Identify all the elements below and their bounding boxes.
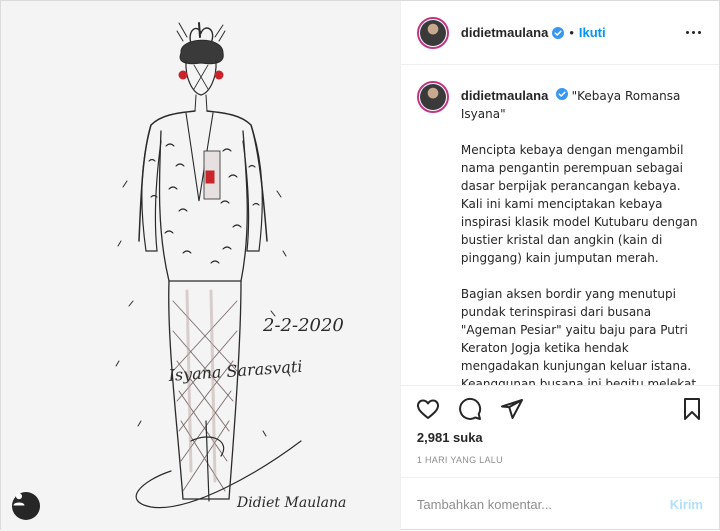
instagram-post: 2-2-2020 Isyana Sarasvati Didiet Maulana… [0,0,720,531]
person-glyph-icon [13,493,25,506]
likes-count[interactable]: 2,981 suka [401,426,719,445]
bookmark-icon[interactable] [679,396,705,422]
post-footer: 2,981 suka 1 HARI YANG LALU Kirim [400,385,719,531]
heart-icon[interactable] [415,396,441,422]
user-tag-icon[interactable] [12,492,40,520]
add-comment-bar: Kirim [400,477,719,531]
sketch-date-text: 2-2-2020 [262,315,344,336]
follow-button[interactable]: Ikuti [579,25,606,40]
verified-badge-icon [552,26,565,39]
caption-author-username[interactable]: didietmaulana [461,88,548,103]
comment-bubble-icon[interactable] [457,396,483,422]
post-header: didietmaulana • Ikuti [400,1,719,65]
kebaya-sketch-illustration: 2-2-2020 Isyana Sarasvati Didiet Maulana [1,1,400,531]
more-options-icon[interactable] [680,25,707,40]
post-image[interactable]: 2-2-2020 Isyana Sarasvati Didiet Maulana [1,1,400,531]
caption-paragraph-1: Mencipta kebaya dengan mengambil nama pe… [460,143,698,265]
post-comment-button[interactable]: Kirim [670,497,703,512]
sketch-signature-text: Didiet Maulana [236,495,346,511]
author-username[interactable]: didietmaulana [461,25,548,40]
paper-plane-icon[interactable] [499,396,525,422]
caption-body: didietmaulana "Kebaya Romansa Isyana" Me… [461,81,703,385]
post-side-panel: didietmaulana • Ikuti didietmaulana "Keb… [399,1,719,531]
caption-author-avatar[interactable] [416,81,449,113]
author-avatar[interactable] [416,16,449,49]
comments-section: didietmaulana "Kebaya Romansa Isyana" Me… [401,65,719,385]
verified-badge-icon [555,88,568,100]
caption-paragraph-2: Bagian aksen bordir yang menutupi pundak… [460,287,697,385]
caption: didietmaulana "Kebaya Romansa Isyana" Me… [416,81,703,385]
comment-input[interactable] [416,497,670,512]
separator-dot: • [569,25,574,40]
action-bar [401,386,719,426]
post-timestamp[interactable]: 1 HARI YANG LALU [401,445,719,477]
